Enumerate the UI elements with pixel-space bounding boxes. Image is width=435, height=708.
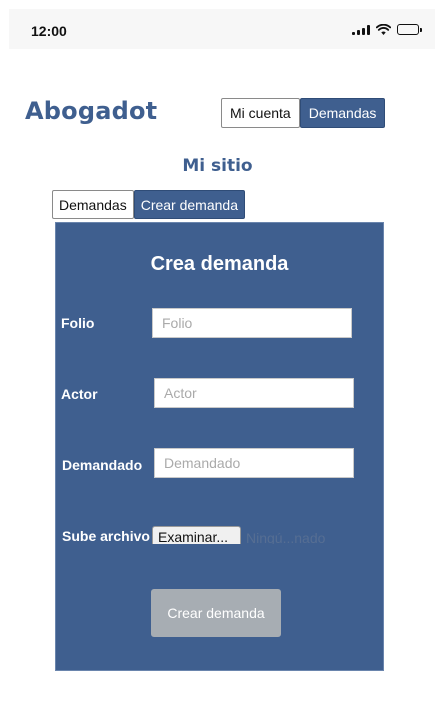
file-browse-button[interactable]: Examinar... bbox=[152, 526, 241, 544]
nav-demandas-button[interactable]: Demandas bbox=[299, 98, 386, 128]
folio-input[interactable] bbox=[152, 308, 352, 338]
actor-label: Actor bbox=[61, 386, 98, 402]
actor-input[interactable] bbox=[154, 378, 354, 408]
top-nav: Mi cuenta Demandas bbox=[221, 98, 386, 128]
brand-logo[interactable]: Abogadot bbox=[25, 97, 157, 125]
wifi-icon bbox=[376, 24, 391, 35]
status-time: 12:00 bbox=[31, 23, 67, 39]
file-status-text: Ningú...nado bbox=[246, 530, 326, 544]
create-demand-form: Crea demanda Folio Actor Demandado Sube … bbox=[55, 222, 384, 671]
tab-crear-demanda[interactable]: Crear demanda bbox=[133, 190, 245, 219]
demandado-input[interactable] bbox=[154, 448, 354, 478]
folio-label: Folio bbox=[61, 315, 95, 331]
page-title: Mi sitio bbox=[182, 156, 253, 176]
tab-demandas[interactable]: Demandas bbox=[52, 190, 134, 219]
form-title: Crea demanda bbox=[150, 253, 289, 275]
sub-nav: Demandas Crear demanda bbox=[52, 190, 245, 219]
signal-icon bbox=[352, 24, 370, 35]
file-label: Sube archivo bbox=[62, 528, 150, 544]
status-icons bbox=[352, 24, 422, 35]
status-bar: 12:00 bbox=[9, 9, 435, 49]
create-demand-submit-button[interactable]: Crear demanda bbox=[151, 589, 281, 637]
demandado-label: Demandado bbox=[62, 457, 143, 473]
battery-icon bbox=[397, 24, 422, 35]
nav-mi-cuenta-button[interactable]: Mi cuenta bbox=[221, 98, 300, 128]
